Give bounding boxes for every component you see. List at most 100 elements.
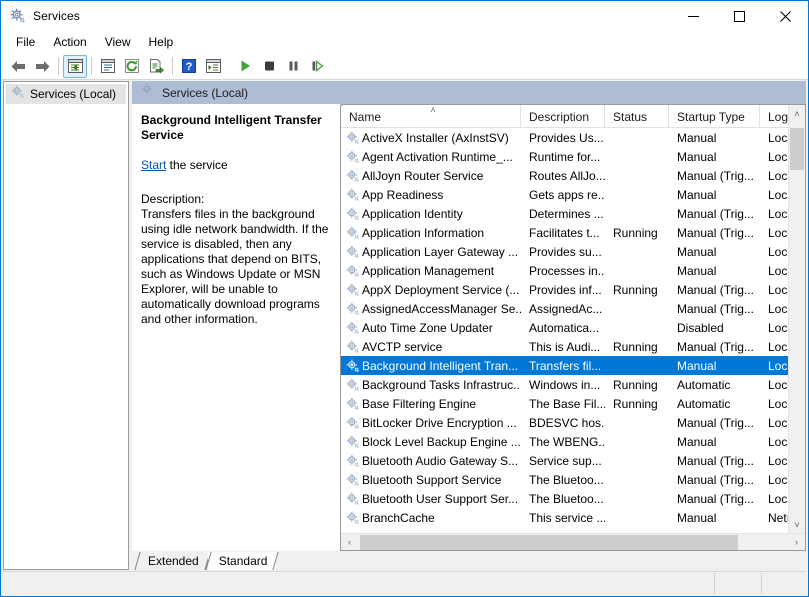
- tree-node-services-local[interactable]: Services (Local): [6, 84, 126, 104]
- scroll-up-arrow-icon[interactable]: ˄: [789, 105, 805, 122]
- table-row[interactable]: BitLocker Drive Encryption ... BDESVC hos…: [341, 413, 788, 432]
- service-gear-icon: [344, 283, 362, 297]
- back-arrow-icon[interactable]: [6, 55, 30, 78]
- cell-description: The Bluetoo...: [529, 472, 604, 487]
- table-row[interactable]: AllJoyn Router Service Routes AllJo... Man…: [341, 166, 788, 185]
- cell-status: [605, 356, 669, 375]
- cell-log-on-as: Locı: [768, 491, 788, 506]
- table-row[interactable]: App Readiness Gets apps re... Manual Locı: [341, 185, 788, 204]
- restart-service-icon[interactable]: [305, 55, 329, 78]
- menu-file[interactable]: File: [7, 32, 44, 52]
- services-window: Services File Action View Help ? Service…: [0, 0, 809, 597]
- table-row[interactable]: BranchCache This service ... Manual Netı: [341, 508, 788, 527]
- column-header-description[interactable]: Description: [521, 105, 605, 128]
- horizontal-scroll-track[interactable]: [358, 534, 788, 551]
- cell-service-name: AppX Deployment Service (...: [341, 280, 521, 299]
- column-header-status[interactable]: Status: [605, 105, 669, 128]
- help-icon[interactable]: ?: [177, 55, 201, 78]
- cell-service-name: Bluetooth Audio Gateway S...: [341, 451, 521, 470]
- cell-service-name: AllJoyn Router Service: [341, 166, 521, 185]
- menu-view[interactable]: View: [96, 32, 140, 52]
- pane-split: Background Intelligent Transfer Service …: [132, 104, 806, 551]
- toolbar-separator: [91, 57, 92, 75]
- table-row[interactable]: Bluetooth Audio Gateway S... Service sup.…: [341, 451, 788, 470]
- vertical-scroll-thumb[interactable]: [790, 128, 804, 170]
- service-gear-icon: [344, 226, 362, 240]
- refresh-icon[interactable]: [120, 55, 144, 78]
- column-header-name[interactable]: Name ˄: [341, 105, 521, 128]
- tab-extended[interactable]: Extended: [137, 552, 208, 570]
- status-pane-tertiary: [762, 573, 806, 594]
- close-button[interactable]: [762, 1, 808, 31]
- cell-service-name: BranchCache: [341, 508, 521, 527]
- pause-service-icon[interactable]: [281, 55, 305, 78]
- cell-service-name: Background Intelligent Tran...: [341, 356, 521, 375]
- title-bar: Services: [1, 1, 808, 31]
- table-row[interactable]: Application Layer Gateway ... Provides su…: [341, 242, 788, 261]
- service-gear-icon: [344, 435, 362, 449]
- table-row[interactable]: Bluetooth User Support Ser... The Bluetoo…: [341, 489, 788, 508]
- service-gear-icon: [344, 321, 362, 335]
- service-name-text: App Readiness: [362, 187, 444, 202]
- cell-log-on-as: Locı: [768, 396, 788, 411]
- service-gear-icon: [344, 416, 362, 430]
- cell-status: [605, 432, 669, 451]
- horizontal-scroll-thumb[interactable]: [360, 534, 738, 550]
- cell-status: [605, 242, 669, 261]
- show-hide-console-tree-icon[interactable]: [63, 54, 87, 78]
- cell-description: Facilitates t...: [529, 225, 600, 240]
- cell-log-on-as: Netı: [768, 510, 788, 525]
- vertical-scroll-track[interactable]: [789, 122, 805, 516]
- maximize-button[interactable]: [716, 1, 762, 31]
- table-row[interactable]: Agent Activation Runtime_... Runtime for.…: [341, 147, 788, 166]
- menu-action[interactable]: Action: [44, 32, 95, 52]
- view-tabs: Extended Standard: [132, 551, 806, 570]
- table-row[interactable]: Application Information Facilitates t... R…: [341, 223, 788, 242]
- tab-standard[interactable]: Standard: [207, 552, 277, 570]
- cell-status: [605, 185, 669, 204]
- table-row[interactable]: Bluetooth Support Service The Bluetoo... M…: [341, 470, 788, 489]
- table-row[interactable]: Block Level Backup Engine ... The WBENG..…: [341, 432, 788, 451]
- cell-log-on-as: Locı: [768, 453, 788, 468]
- sort-ascending-icon: ˄: [430, 105, 436, 115]
- cell-service-name: ActiveX Installer (AxInstSV): [341, 128, 521, 147]
- table-row[interactable]: ActiveX Installer (AxInstSV) Provides Us.…: [341, 128, 788, 147]
- scroll-left-arrow-icon[interactable]: ‹: [341, 534, 358, 551]
- table-row[interactable]: AssignedAccessManager Se... AssignedAc...…: [341, 299, 788, 318]
- menu-help[interactable]: Help: [140, 32, 183, 52]
- start-service-icon[interactable]: [233, 55, 257, 78]
- service-gear-icon: [344, 245, 362, 259]
- cell-description: Provides Us...: [529, 130, 604, 145]
- toolbar: ?: [1, 53, 808, 80]
- scroll-right-arrow-icon[interactable]: ›: [788, 534, 805, 551]
- cell-service-name: Block Level Backup Engine ...: [341, 432, 521, 451]
- table-row[interactable]: AVCTP service This is Audi... Running Manua…: [341, 337, 788, 356]
- vertical-scrollbar[interactable]: ˄ ˅: [788, 105, 805, 533]
- table-row[interactable]: Auto Time Zone Updater Automatica... Disab…: [341, 318, 788, 337]
- table-row[interactable]: Background Tasks Infrastruc... Windows in…: [341, 375, 788, 394]
- export-list-icon[interactable]: [144, 55, 168, 78]
- cell-description: The Base Fil...: [529, 396, 605, 411]
- table-row[interactable]: Base Filtering Engine The Base Fil... Runn…: [341, 394, 788, 413]
- cell-description: This service ...: [529, 510, 605, 525]
- scroll-down-arrow-icon[interactable]: ˅: [789, 516, 805, 533]
- minimize-button[interactable]: [670, 1, 716, 31]
- column-header-startup-type[interactable]: Startup Type: [669, 105, 760, 128]
- forward-arrow-icon[interactable]: [30, 55, 54, 78]
- status-pane-secondary: [715, 572, 762, 594]
- show-action-pane-icon[interactable]: [201, 55, 225, 78]
- cell-log-on-as: Locı: [768, 206, 788, 221]
- table-row[interactable]: AppX Deployment Service (... Provides inf…: [341, 280, 788, 299]
- stop-service-icon[interactable]: [257, 55, 281, 78]
- table-row[interactable]: Background Intelligent Tran... Transfers …: [341, 356, 788, 375]
- table-row[interactable]: Application Management Processes in... Man…: [341, 261, 788, 280]
- cell-startup-type: Manual: [677, 434, 717, 449]
- properties-icon[interactable]: [96, 55, 120, 78]
- service-name-text: Auto Time Zone Updater: [362, 320, 493, 335]
- table-row[interactable]: Application Identity Determines ... Manual…: [341, 204, 788, 223]
- column-header-log-on-as[interactable]: Log: [760, 105, 788, 128]
- horizontal-scrollbar[interactable]: ‹ ›: [341, 533, 805, 550]
- start-service-link[interactable]: Start: [141, 158, 166, 172]
- cell-description: The WBENG...: [529, 434, 605, 449]
- cell-service-name: AssignedAccessManager Se...: [341, 299, 521, 318]
